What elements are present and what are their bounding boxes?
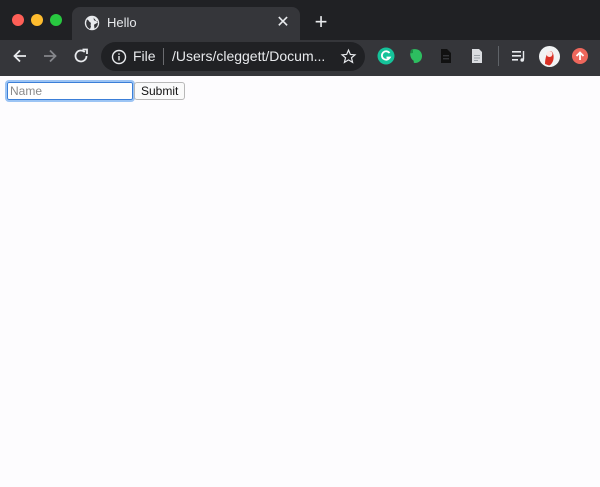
globe-icon <box>84 15 100 31</box>
arrow-left-icon[interactable] <box>10 46 30 66</box>
name-input[interactable] <box>5 80 135 102</box>
omnibox-separator <box>163 48 164 65</box>
minimize-window-button[interactable] <box>31 14 43 26</box>
plus-icon[interactable]: + <box>310 11 332 33</box>
file-icon[interactable] <box>468 47 486 65</box>
arrow-right-icon[interactable] <box>40 46 60 66</box>
close-window-button[interactable] <box>12 14 24 26</box>
update-icon[interactable] <box>571 47 589 65</box>
close-icon[interactable]: ✕ <box>274 14 292 32</box>
page-content: Submit <box>0 76 600 487</box>
tab-strip: Hello ✕ + <box>0 0 600 40</box>
media-controls-icon[interactable] <box>510 47 528 65</box>
toolbar-divider <box>498 46 499 66</box>
profile-avatar[interactable] <box>539 46 560 67</box>
grammarly-icon[interactable] <box>377 47 395 65</box>
document-icon[interactable] <box>437 47 455 65</box>
submit-button[interactable]: Submit <box>134 82 186 100</box>
url-scheme-label: File <box>133 48 156 64</box>
star-icon[interactable] <box>340 48 357 65</box>
tab-title: Hello <box>107 15 137 30</box>
info-icon[interactable] <box>111 49 127 65</box>
url-text[interactable]: /Users/cleggett/Docum... <box>172 48 325 64</box>
address-bar[interactable]: File /Users/cleggett/Docum... <box>101 42 365 71</box>
tab-active[interactable]: Hello ✕ <box>72 7 300 40</box>
browser-chrome: Hello ✕ + File /Users/cleggett/Docum... <box>0 0 600 76</box>
evernote-icon[interactable] <box>407 47 425 65</box>
reload-icon[interactable] <box>71 46 91 66</box>
maximize-window-button[interactable] <box>50 14 62 26</box>
